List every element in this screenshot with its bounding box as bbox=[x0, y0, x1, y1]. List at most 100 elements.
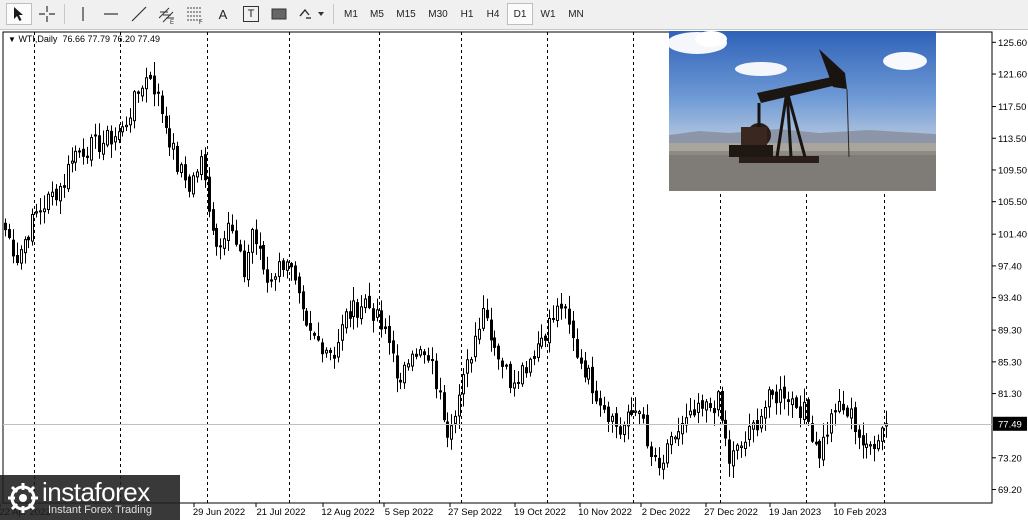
shapes-menu-button[interactable] bbox=[294, 3, 328, 25]
fibonacci-retracement-icon: F bbox=[187, 7, 203, 24]
candle-body bbox=[803, 401, 806, 421]
cursor-tool-button[interactable] bbox=[6, 3, 32, 25]
timeframe-m1-button[interactable]: M1 bbox=[339, 3, 363, 25]
candle-body bbox=[239, 244, 242, 252]
candle-body bbox=[286, 261, 289, 271]
candle-body bbox=[427, 355, 430, 361]
candle-body bbox=[466, 359, 469, 374]
text-tool-button[interactable]: A bbox=[210, 3, 236, 25]
shapes-menu-icon bbox=[299, 8, 324, 19]
candle-body bbox=[114, 136, 117, 143]
x-tick-label: 12 Aug 2022 bbox=[321, 507, 374, 518]
candle-body bbox=[212, 209, 215, 231]
ohlc-label: 76.66 77.79 76.20 77.49 bbox=[62, 34, 161, 44]
fibonacci-tool-button[interactable]: F bbox=[182, 3, 208, 25]
candle-body bbox=[157, 91, 160, 94]
candle-body bbox=[560, 303, 563, 309]
candle-body bbox=[607, 406, 610, 423]
candle-body bbox=[544, 335, 547, 341]
candle-body bbox=[529, 358, 532, 373]
candle-body bbox=[31, 213, 34, 242]
logo-tagline: Instant Forex Trading bbox=[48, 504, 152, 516]
candle-body bbox=[145, 77, 148, 90]
candle bbox=[176, 141, 179, 175]
timeframe-w1-button[interactable]: W1 bbox=[535, 3, 561, 25]
candle-body bbox=[701, 400, 704, 409]
candle-body bbox=[787, 399, 790, 403]
candle-body bbox=[129, 117, 132, 126]
candle-body bbox=[27, 236, 30, 241]
trendline-tool-button[interactable] bbox=[126, 3, 152, 25]
candle-body bbox=[681, 422, 684, 435]
vertical-line-tool-button[interactable] bbox=[70, 3, 96, 25]
x-tick-label: 5 Sep 2022 bbox=[385, 507, 434, 518]
text-label-tool-button[interactable]: T bbox=[238, 3, 264, 25]
candle-body bbox=[677, 431, 680, 440]
candle-body bbox=[71, 160, 74, 164]
candle-body bbox=[188, 176, 191, 192]
candle-body bbox=[548, 318, 551, 344]
candle-body bbox=[740, 445, 743, 449]
candle bbox=[31, 208, 34, 246]
candle-body bbox=[298, 276, 301, 294]
candle-body bbox=[24, 239, 27, 254]
candle-body bbox=[552, 317, 555, 320]
candle-body bbox=[262, 245, 265, 270]
candle-body bbox=[658, 457, 661, 469]
candle-body bbox=[137, 91, 140, 94]
candle-body bbox=[439, 390, 442, 393]
candle-body bbox=[255, 229, 258, 245]
candle-body bbox=[231, 224, 234, 232]
last-price-label: 77.49 bbox=[998, 419, 1022, 430]
timeframe-m5-button[interactable]: M5 bbox=[365, 3, 389, 25]
candle-body bbox=[94, 134, 97, 137]
rectangle-tool-button[interactable] bbox=[266, 3, 292, 25]
candle-body bbox=[490, 319, 493, 341]
timeframe-mn-button[interactable]: MN bbox=[563, 3, 589, 25]
candle-body bbox=[826, 434, 829, 437]
candle-body bbox=[372, 308, 375, 321]
candle-body bbox=[325, 349, 328, 354]
equidistant-channel-tool-button[interactable]: E bbox=[154, 3, 180, 25]
candle-body bbox=[674, 436, 677, 440]
candle-body bbox=[47, 193, 50, 211]
candle-body bbox=[779, 389, 782, 403]
x-tick-label: 21 Jul 2022 bbox=[256, 507, 305, 518]
timeframe-h1-button[interactable]: H1 bbox=[455, 3, 479, 25]
candle-body bbox=[215, 227, 218, 247]
candle-body bbox=[149, 74, 152, 79]
candle-body bbox=[20, 249, 23, 264]
candle-body bbox=[768, 389, 771, 408]
candle-body bbox=[858, 429, 861, 438]
timeframe-m15-button[interactable]: M15 bbox=[391, 3, 421, 25]
candle-body bbox=[576, 339, 579, 358]
candle-body bbox=[540, 337, 543, 347]
candle-body bbox=[627, 411, 630, 427]
candle-body bbox=[850, 408, 853, 419]
candle-body bbox=[282, 260, 285, 271]
candle-body bbox=[501, 360, 504, 367]
candle-body bbox=[435, 360, 438, 390]
candle-body bbox=[564, 306, 567, 309]
candle-body bbox=[443, 392, 446, 421]
timeframe-d1-button[interactable]: D1 bbox=[507, 3, 533, 25]
candle-body bbox=[764, 406, 767, 419]
candle-body bbox=[106, 129, 109, 146]
crosshair-tool-button[interactable] bbox=[34, 3, 60, 25]
candle-body bbox=[431, 358, 434, 362]
candle-body bbox=[822, 436, 825, 461]
candle-body bbox=[811, 423, 814, 442]
candle-body bbox=[670, 436, 673, 446]
horizontal-line-tool-button[interactable] bbox=[98, 3, 124, 25]
candle-body bbox=[423, 351, 426, 356]
candle-body bbox=[666, 443, 669, 464]
candle-body bbox=[862, 435, 865, 446]
timeframe-m30-button[interactable]: M30 bbox=[423, 3, 453, 25]
candle bbox=[666, 439, 669, 468]
candle-body bbox=[771, 390, 774, 395]
chart-area[interactable]: 125.60 121.60 117.50 113.50 109.50 105.50 101.… bbox=[0, 30, 1028, 520]
candle-body bbox=[165, 115, 168, 128]
vertical-line-icon bbox=[82, 7, 84, 21]
timeframe-h4-button[interactable]: H4 bbox=[481, 3, 505, 25]
candle-body bbox=[384, 326, 387, 329]
